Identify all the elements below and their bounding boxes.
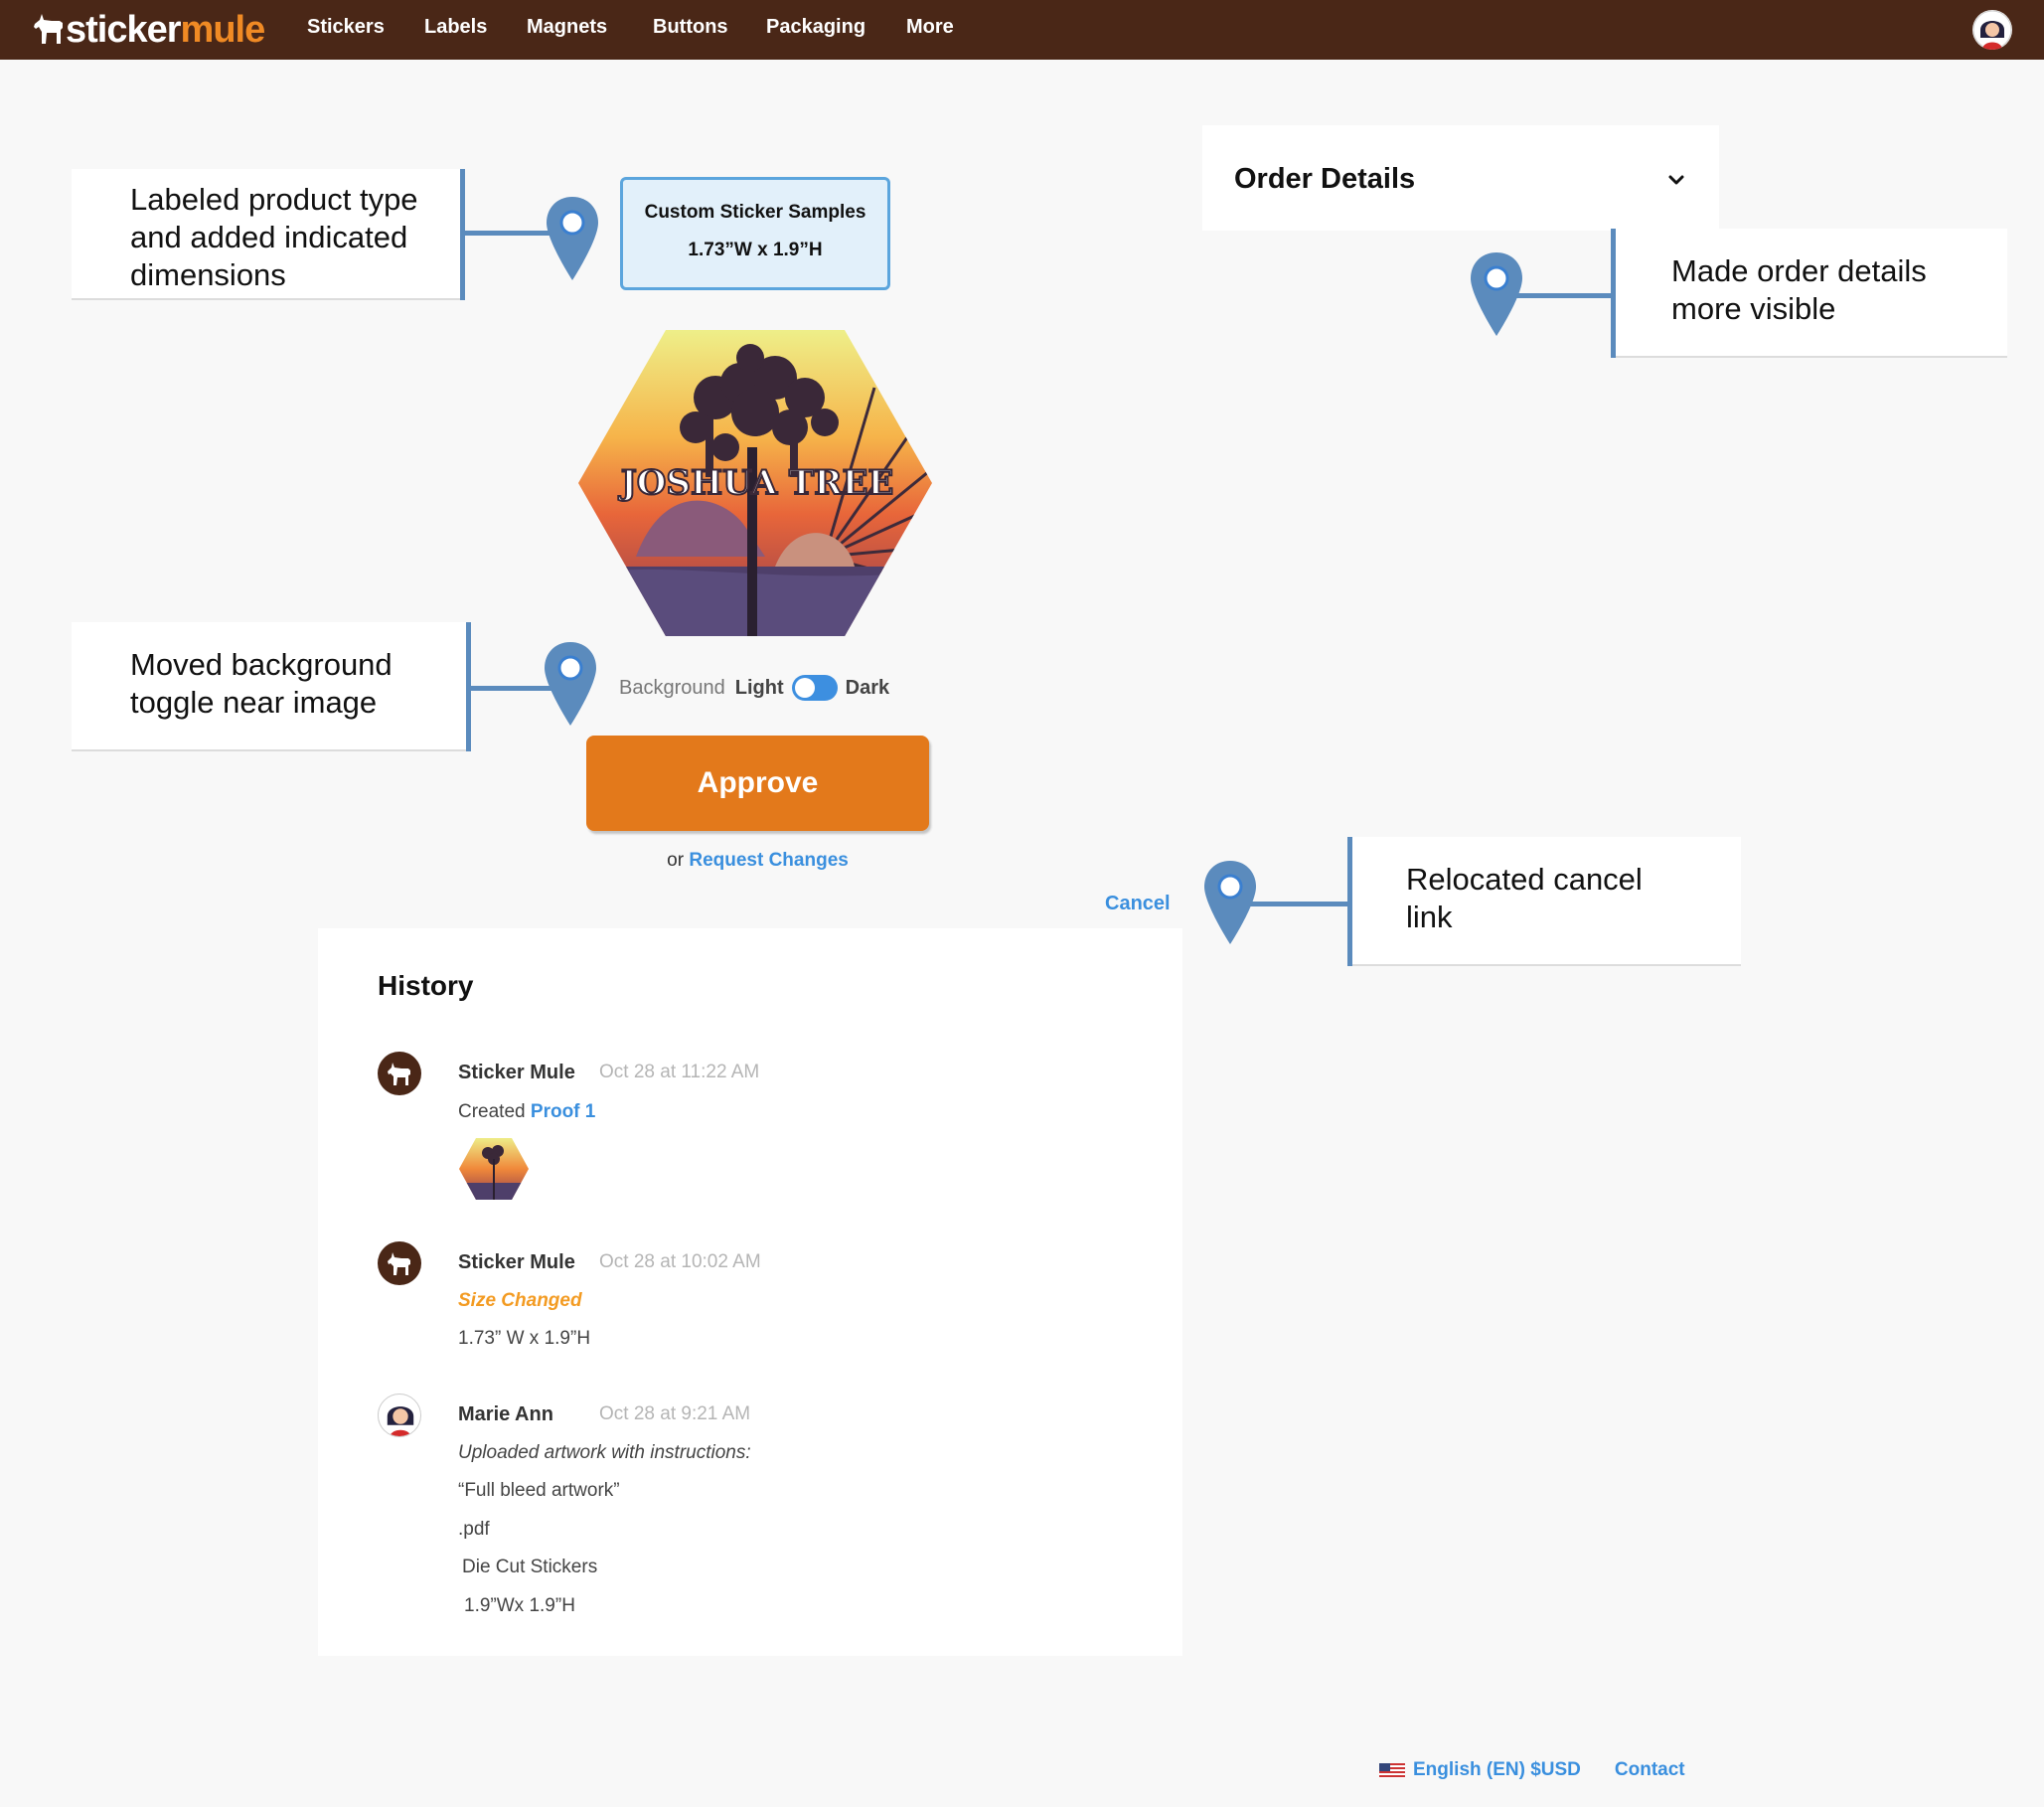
callout-background-toggle: Moved background toggle near image <box>72 622 469 749</box>
user-avatar[interactable] <box>1972 10 2012 50</box>
callout-line: Moved background <box>130 647 393 682</box>
background-option-dark[interactable]: Dark <box>846 677 889 700</box>
callout-line: Relocated cancel <box>1406 862 1643 897</box>
callout-line: and added indicated <box>130 220 408 254</box>
callout-line: link <box>1406 900 1453 934</box>
nav-item-magnets[interactable]: Magnets <box>527 16 607 39</box>
history-status: Size Changed <box>458 1290 582 1311</box>
history-author: Marie Ann <box>458 1403 553 1425</box>
background-toggle-row: Background Light Dark <box>619 671 889 705</box>
history-timestamp: Oct 28 at 10:02 AM <box>599 1251 761 1272</box>
history-timestamp: Oct 28 at 9:21 AM <box>599 1403 751 1424</box>
background-toggle-switch[interactable] <box>791 675 838 701</box>
chevron-down-icon[interactable] <box>1661 165 1691 195</box>
callout-connector <box>468 686 552 691</box>
or-text: or <box>667 850 685 871</box>
history-created-text: Created <box>458 1101 526 1122</box>
language-selector[interactable]: English (EN) $USD <box>1413 1759 1581 1781</box>
request-changes-link[interactable]: Request Changes <box>689 850 848 871</box>
sticker-proof-image: JOSHUA TREE <box>578 330 932 636</box>
product-type: Custom Sticker Samples <box>644 202 866 223</box>
callout-line: dimensions <box>130 257 286 292</box>
callout-connector <box>462 231 551 236</box>
mule-icon <box>388 1063 410 1085</box>
callout-line: Labeled product type <box>130 182 418 217</box>
contact-link[interactable]: Contact <box>1615 1759 1685 1781</box>
mule-icon <box>34 14 63 44</box>
history-text: Created Proof 1 <box>458 1101 595 1123</box>
nav-item-buttons[interactable]: Buttons <box>653 16 728 39</box>
footer: English (EN) $USD Contact <box>1379 1759 1685 1781</box>
callout-order-details: Made order details more visible <box>1614 229 2007 356</box>
product-dimensions: 1.73”W x 1.9”H <box>688 240 823 260</box>
history-instruction: “Full bleed artwork” <box>458 1480 620 1501</box>
history-instruction: 1.9”Wx 1.9”H <box>464 1595 575 1616</box>
proof-link[interactable]: Proof 1 <box>531 1101 595 1122</box>
history-instruction: .pdf <box>458 1519 490 1540</box>
nav-item-stickers[interactable]: Stickers <box>307 16 385 39</box>
callout-line: more visible <box>1671 291 1836 326</box>
nav-item-labels[interactable]: Labels <box>424 16 487 39</box>
avatar <box>378 1241 421 1285</box>
history-card: History Sticker Mule Oct 28 at 11:22 AM … <box>318 928 1182 1656</box>
history-detail: 1.73” W x 1.9”H <box>458 1328 591 1349</box>
us-flag-icon <box>1379 1762 1405 1778</box>
callout-cancel: Relocated cancel link <box>1351 837 1741 964</box>
toggle-knob <box>794 678 815 698</box>
nav-item-packaging[interactable]: Packaging <box>766 16 865 39</box>
top-nav-bar: sticker mule Stickers Labels Magnets Butt… <box>0 0 2044 60</box>
logo-text-mule: mule <box>180 8 266 51</box>
cancel-link[interactable]: Cancel <box>1105 893 1171 915</box>
product-type-label: Custom Sticker Samples 1.73”W x 1.9”H <box>620 177 890 290</box>
callout-connector <box>1515 293 1613 298</box>
callout-line: toggle near image <box>130 685 378 720</box>
order-details-panel[interactable]: Order Details <box>1202 125 1719 231</box>
mule-icon <box>388 1252 410 1275</box>
approve-button[interactable]: Approve <box>586 736 929 831</box>
history-title: History <box>378 970 474 1001</box>
history-instruction: Die Cut Stickers <box>462 1557 598 1577</box>
history-author: Sticker Mule <box>458 1062 575 1083</box>
avatar <box>378 1052 421 1095</box>
location-pin-icon <box>545 642 596 726</box>
callout-connector <box>1250 902 1349 906</box>
proof-thumbnail[interactable] <box>458 1137 530 1201</box>
order-details-title: Order Details <box>1234 163 1416 195</box>
history-timestamp: Oct 28 at 11:22 AM <box>599 1062 760 1082</box>
location-pin-icon <box>1471 252 1522 336</box>
nav-item-more[interactable]: More <box>906 16 954 39</box>
background-label: Background <box>619 676 725 699</box>
location-pin-icon <box>1204 861 1256 944</box>
callout-line: Made order details <box>1671 253 1927 288</box>
stickermule-logo[interactable]: sticker mule <box>32 8 266 51</box>
logo-text-sticker: sticker <box>66 8 182 51</box>
sticker-artwork-text: JOSHUA TREE <box>618 463 894 503</box>
avatar <box>378 1394 421 1437</box>
callout-product-type: Labeled product type and added indicated… <box>72 169 462 298</box>
location-pin-icon <box>547 197 598 280</box>
background-option-light[interactable]: Light <box>735 677 784 700</box>
history-instruction: Uploaded artwork with instructions: <box>458 1442 751 1463</box>
history-author: Sticker Mule <box>458 1251 575 1273</box>
request-changes-row: or Request Changes <box>586 850 929 872</box>
